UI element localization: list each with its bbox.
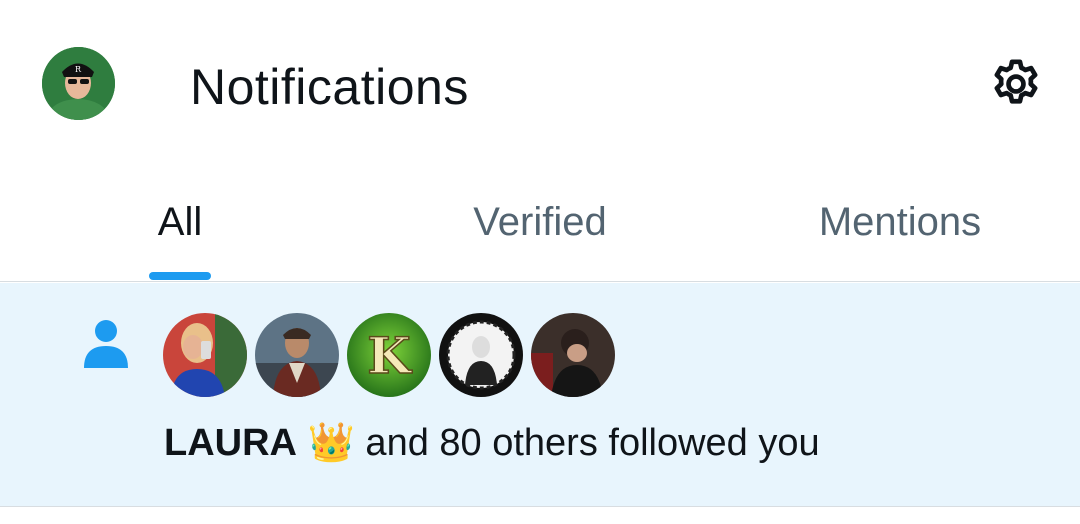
follower-avatars: K	[163, 313, 615, 399]
notification-tabs: All Verified Mentions	[0, 170, 1080, 282]
actor-name[interactable]: LAURA	[164, 422, 297, 464]
person-follow-icon	[84, 320, 128, 368]
follower-avatar-4-image	[439, 313, 523, 397]
follower-avatar[interactable]	[439, 313, 523, 397]
follower-avatar[interactable]	[163, 313, 247, 397]
page-title: Notifications	[190, 59, 469, 115]
follower-avatar[interactable]	[531, 313, 615, 397]
svg-text:K: K	[367, 326, 412, 385]
follow-notification[interactable]: K LAURA 👑 and 80 others followed you	[0, 283, 1080, 507]
tab-verified[interactable]: Verified	[430, 170, 650, 282]
svg-text:R: R	[75, 65, 82, 74]
notification-message: LAURA 👑 and 80 others followed you	[164, 420, 820, 465]
notification-body: and 80 others followed you	[354, 422, 820, 464]
follower-avatar-3-image: K	[347, 313, 431, 397]
profile-avatar[interactable]: R	[42, 47, 115, 120]
active-tab-indicator	[149, 272, 211, 280]
follower-avatar-5-image	[531, 313, 615, 397]
gear-icon	[994, 59, 1038, 104]
tab-all[interactable]: All	[120, 170, 240, 282]
tab-mentions-label: Mentions	[818, 200, 982, 244]
tab-verified-label: Verified	[473, 200, 607, 244]
follower-avatar-1-image	[163, 313, 247, 397]
settings-button[interactable]	[985, 53, 1047, 115]
tab-mentions[interactable]: Mentions	[790, 170, 1010, 282]
crown-emoji: 👑	[307, 420, 355, 464]
top-app-bar: R Notifications	[0, 0, 1080, 170]
follower-avatar-2-image	[255, 313, 339, 397]
profile-avatar-image: R	[42, 47, 115, 120]
follower-avatar[interactable]	[255, 313, 339, 397]
tab-all-label: All	[157, 200, 203, 244]
follower-avatar[interactable]: K	[347, 313, 431, 397]
